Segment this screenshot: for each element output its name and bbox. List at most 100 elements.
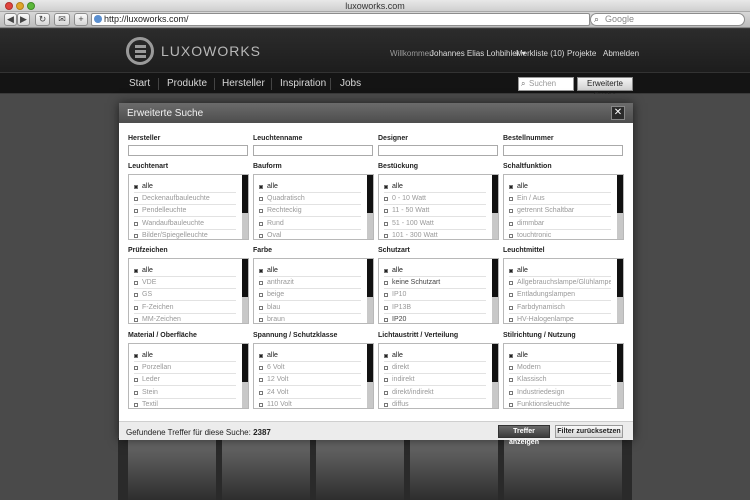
checkbox-icon[interactable] — [384, 269, 388, 273]
filter-option[interactable]: braun — [259, 314, 361, 323]
checkbox-icon[interactable] — [509, 354, 513, 358]
checkbox-icon[interactable] — [384, 197, 388, 202]
filter-option[interactable]: IP20 — [384, 314, 486, 323]
filter-option[interactable]: Pendelleuchte — [134, 205, 236, 218]
mail-button[interactable]: ✉ — [54, 13, 70, 26]
product-thumbnail[interactable] — [316, 438, 404, 500]
scrollbar-thumb[interactable] — [367, 175, 373, 213]
scrollbar-thumb[interactable] — [367, 259, 373, 297]
checkbox-icon[interactable] — [384, 354, 388, 358]
filter-option[interactable]: touchtronic — [509, 230, 611, 239]
filter-option[interactable]: alle — [259, 181, 361, 193]
checkbox-icon[interactable] — [384, 305, 388, 310]
checkbox-icon[interactable] — [134, 185, 138, 189]
checkbox-icon[interactable] — [134, 209, 138, 214]
checkbox-icon[interactable] — [134, 221, 138, 226]
filter-option[interactable]: keine Schutzart — [384, 277, 486, 290]
leuchtenname-input[interactable] — [253, 145, 373, 156]
checkbox-icon[interactable] — [384, 221, 388, 226]
filter-option[interactable]: MM-Zeichen — [134, 314, 236, 323]
checkbox-icon[interactable] — [384, 402, 388, 407]
add-bookmark-button[interactable]: + — [74, 13, 88, 26]
checkbox-icon[interactable] — [134, 281, 138, 286]
nav-hersteller[interactable]: Hersteller — [222, 78, 265, 89]
filter-option[interactable]: Klassisch — [509, 374, 611, 387]
checkbox-icon[interactable] — [509, 197, 513, 202]
filter-option[interactable]: Wandaufbauleuchte — [134, 218, 236, 230]
filter-option[interactable]: GS — [134, 289, 236, 302]
product-thumbnail[interactable] — [222, 438, 310, 500]
filter-list-leuchtmittel[interactable]: alle Allgebrauchslampe/Glühlampe Entladung… — [503, 258, 624, 324]
filter-option[interactable]: alle — [509, 181, 611, 193]
abmelden-link[interactable]: Abmelden — [603, 49, 639, 58]
checkbox-icon[interactable] — [509, 317, 513, 322]
filter-list-prüfzeichen[interactable]: alle VDE GS F-Zeichen MM-Zeichen — [128, 258, 249, 324]
advanced-search-button[interactable]: Erweiterte Suche — [577, 77, 633, 100]
checkbox-icon[interactable] — [509, 185, 513, 189]
filter-option[interactable]: 6 Volt — [259, 362, 361, 375]
checkbox-icon[interactable] — [509, 281, 513, 286]
filter-option[interactable]: 51 - 100 Watt — [384, 218, 486, 230]
url-bar[interactable]: http://luxoworks.com/ — [91, 13, 590, 26]
checkbox-icon[interactable] — [384, 390, 388, 395]
checkbox-icon[interactable] — [134, 390, 138, 395]
checkbox-icon[interactable] — [259, 366, 263, 371]
filter-option[interactable]: alle — [384, 350, 486, 362]
checkbox-icon[interactable] — [259, 293, 263, 298]
checkbox-icon[interactable] — [509, 402, 513, 407]
site-search-input[interactable]: ⌕ Suchen — [518, 77, 574, 91]
filter-option[interactable]: Bilder/Spiegelleuchte — [134, 230, 236, 239]
checkbox-icon[interactable] — [384, 209, 388, 214]
scrollbar-thumb[interactable] — [617, 175, 623, 213]
filter-option[interactable]: Rechteckig — [259, 205, 361, 218]
scrollbar-thumb[interactable] — [492, 344, 498, 382]
checkbox-icon[interactable] — [509, 269, 513, 273]
filter-option[interactable]: Quadratisch — [259, 193, 361, 206]
checkbox-icon[interactable] — [259, 390, 263, 395]
checkbox-icon[interactable] — [134, 317, 138, 322]
filter-option[interactable]: getrennt Schaltbar — [509, 205, 611, 218]
checkbox-icon[interactable] — [259, 305, 263, 310]
scrollbar-thumb[interactable] — [617, 344, 623, 382]
show-results-button[interactable]: Treffer anzeigen — [498, 425, 550, 446]
filter-option[interactable]: 24 Volt — [259, 387, 361, 399]
filter-option[interactable]: indirekt — [384, 374, 486, 387]
checkbox-icon[interactable] — [134, 366, 138, 371]
filter-option[interactable]: beige — [259, 289, 361, 302]
filter-option[interactable]: Allgebrauchslampe/Glühlampe — [509, 277, 611, 290]
filter-option[interactable]: Textil — [134, 399, 236, 408]
checkbox-icon[interactable] — [259, 402, 263, 407]
filter-option[interactable]: Modern — [509, 362, 611, 375]
logo-text[interactable]: LUXOWORKS — [161, 43, 261, 59]
filter-option[interactable]: HV-Halogenlampe — [509, 314, 611, 323]
filter-option[interactable]: alle — [134, 350, 236, 362]
checkbox-icon[interactable] — [509, 293, 513, 298]
browser-search-input[interactable]: ⌕ Google — [590, 13, 745, 26]
scrollbar-thumb[interactable] — [242, 344, 248, 382]
close-icon[interactable]: ✕ — [611, 106, 625, 120]
projekte-link[interactable]: Projekte — [567, 49, 596, 58]
filter-option[interactable]: Entladungslampen — [509, 289, 611, 302]
hersteller-input[interactable] — [128, 145, 248, 156]
checkbox-icon[interactable] — [509, 366, 513, 371]
filter-option[interactable]: 11 - 50 Watt — [384, 205, 486, 218]
filter-option[interactable]: alle — [259, 350, 361, 362]
filter-option[interactable]: direkt/indirekt — [384, 387, 486, 399]
filter-option[interactable]: Funktionsleuchte — [509, 399, 611, 408]
filter-list-lichtaustritt-verteilung[interactable]: alle direkt indirekt direkt/indirekt diffus — [378, 343, 499, 409]
product-thumbnail[interactable] — [128, 438, 216, 500]
filter-option[interactable]: Stein — [134, 387, 236, 399]
filter-option[interactable]: diffus — [384, 399, 486, 408]
filter-option[interactable]: Ein / Aus — [509, 193, 611, 206]
filter-list-schaltfunktion[interactable]: alle Ein / Aus getrennt Schaltbar dimmbar to… — [503, 174, 624, 240]
product-thumbnail[interactable] — [410, 438, 498, 500]
checkbox-icon[interactable] — [509, 233, 513, 238]
checkbox-icon[interactable] — [134, 197, 138, 202]
filter-list-schutzart[interactable]: alle keine Schutzart IP10 IP13B IP20 — [378, 258, 499, 324]
filter-option[interactable]: 12 Volt — [259, 374, 361, 387]
nav-jobs[interactable]: Jobs — [340, 78, 361, 89]
checkbox-icon[interactable] — [134, 305, 138, 310]
filter-list-bestückung[interactable]: alle 0 - 10 Watt 11 - 50 Watt 51 - 100 Watt… — [378, 174, 499, 240]
checkbox-icon[interactable] — [384, 317, 388, 322]
filter-option[interactable]: 101 - 300 Watt — [384, 230, 486, 239]
